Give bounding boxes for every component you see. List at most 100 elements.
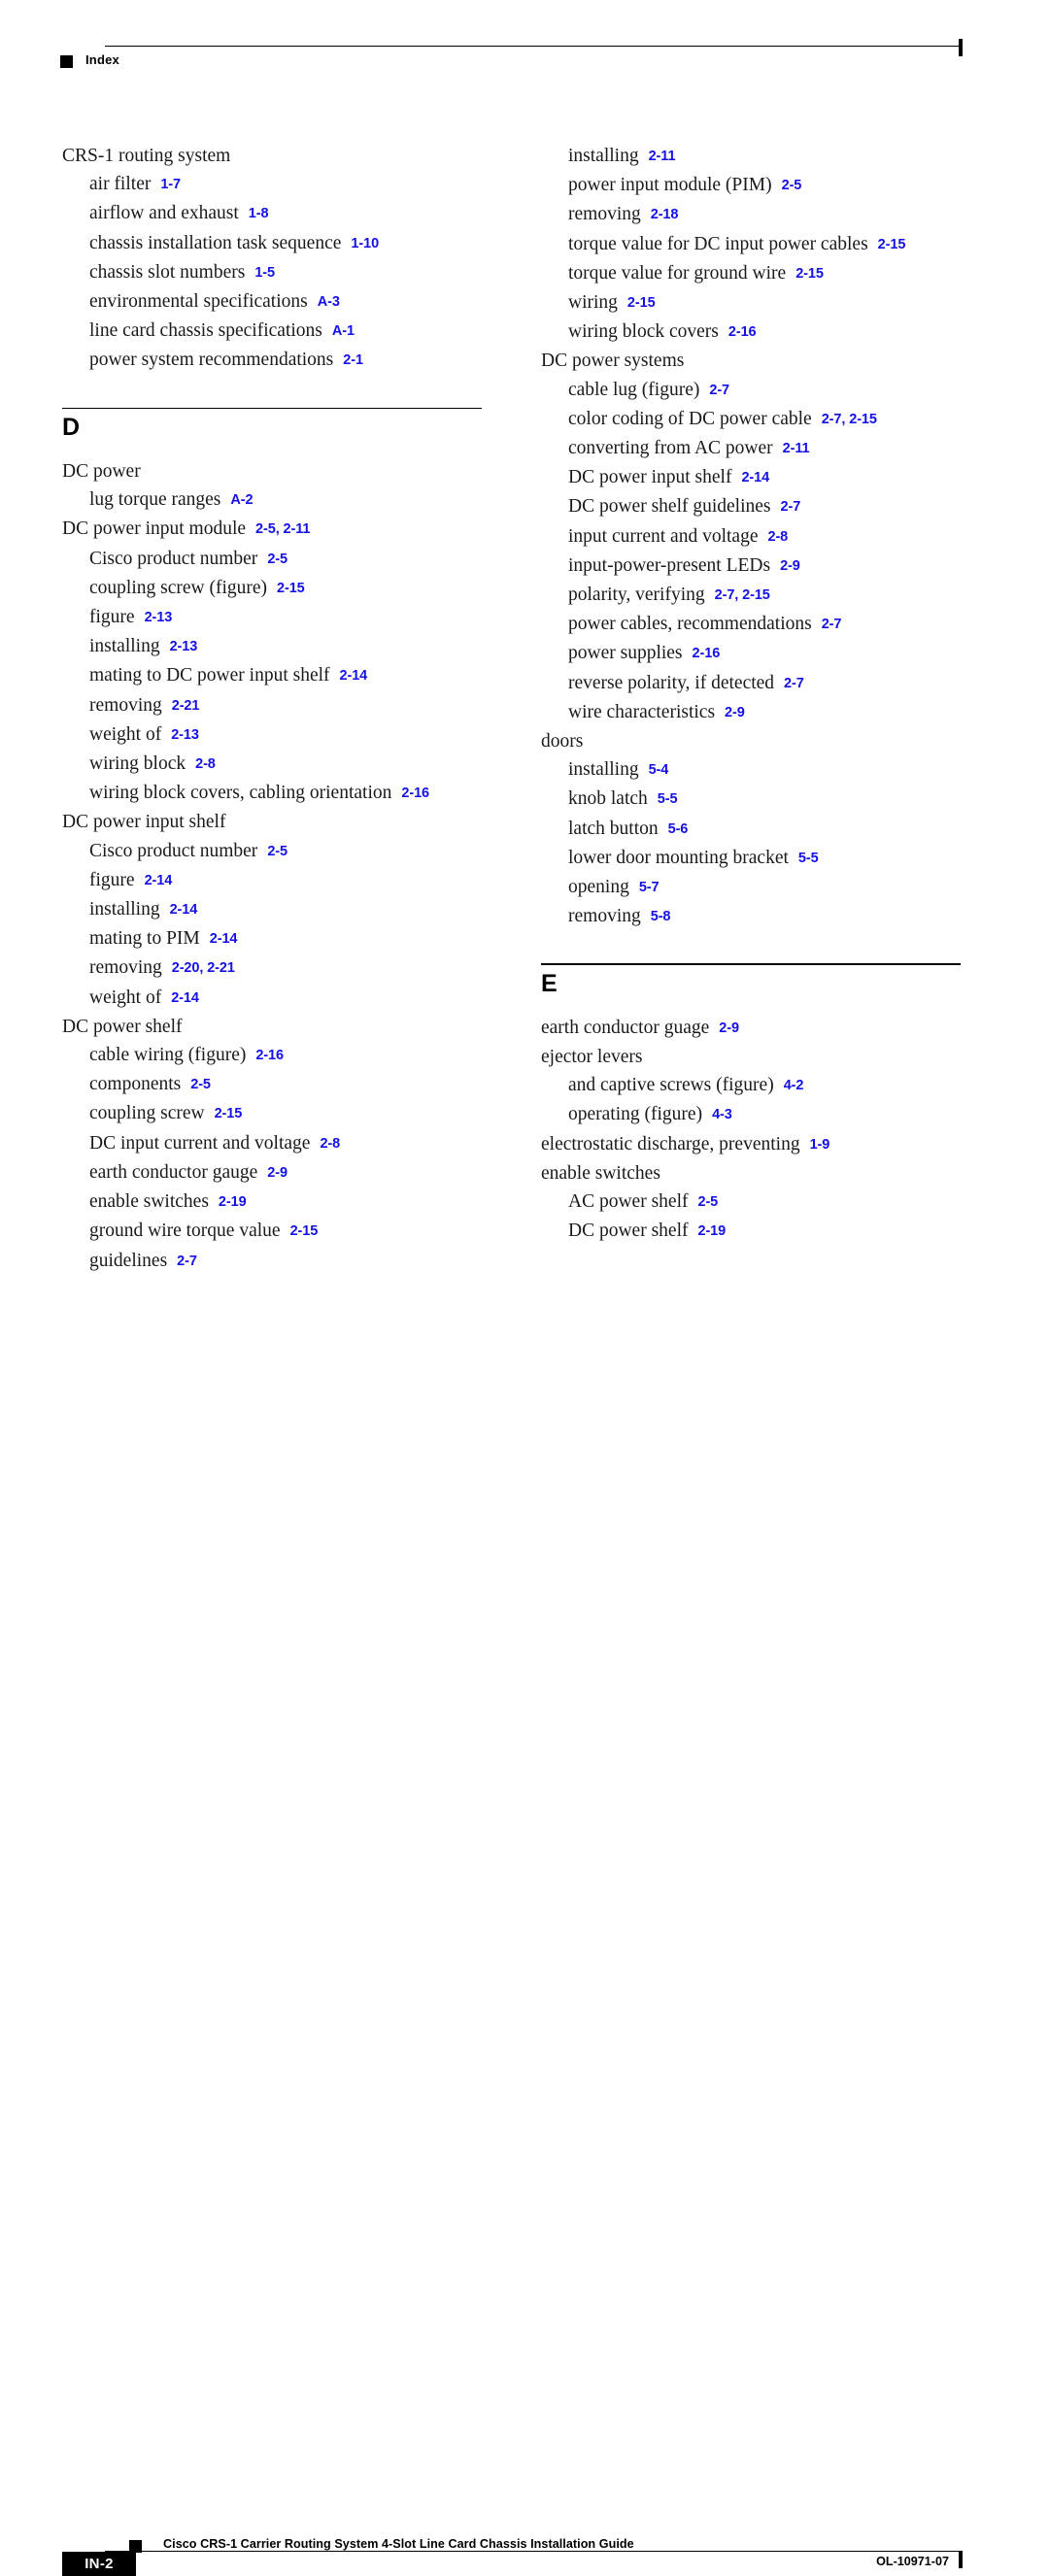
index-entry[interactable]: torque value for ground wire 2-15 bbox=[541, 259, 961, 288]
index-page-reference[interactable]: 2-13 bbox=[145, 610, 173, 625]
index-entry[interactable]: air filter 1-7 bbox=[62, 170, 482, 199]
index-entry[interactable]: mating to DC power input shelf 2-14 bbox=[62, 661, 482, 690]
index-page-reference[interactable]: 5-4 bbox=[649, 762, 669, 778]
index-page-reference[interactable]: 2-9 bbox=[719, 1020, 739, 1036]
index-entry[interactable]: weight of 2-13 bbox=[62, 720, 482, 750]
index-page-reference[interactable]: 2-13 bbox=[171, 727, 199, 743]
index-entry[interactable]: knob latch 5-5 bbox=[541, 785, 961, 814]
index-page-reference[interactable]: 2-15 bbox=[795, 266, 824, 282]
index-page-reference[interactable]: 2-7 bbox=[822, 617, 842, 632]
index-page-reference[interactable]: 2-15 bbox=[277, 581, 305, 596]
index-entry[interactable]: input current and voltage 2-8 bbox=[541, 522, 961, 552]
index-page-reference[interactable]: 1-9 bbox=[810, 1137, 830, 1153]
index-page-reference[interactable]: 2-21 bbox=[172, 698, 200, 714]
index-entry[interactable]: environmental specifications A-3 bbox=[62, 287, 482, 317]
index-entry[interactable]: and captive screws (figure) 4-2 bbox=[541, 1071, 961, 1100]
index-page-reference[interactable]: 5-5 bbox=[658, 791, 678, 807]
index-page-reference[interactable]: 2-11 bbox=[783, 441, 810, 456]
index-page-reference[interactable]: 2-5 bbox=[782, 178, 802, 193]
index-entry[interactable]: installing 2-14 bbox=[62, 895, 482, 924]
index-page-reference[interactable]: 1-8 bbox=[249, 206, 269, 221]
index-entry[interactable]: coupling screw 2-15 bbox=[62, 1099, 482, 1128]
index-page-reference[interactable]: 2-19 bbox=[219, 1194, 247, 1210]
index-page-reference[interactable]: 2-13 bbox=[170, 639, 198, 654]
index-entry[interactable]: enable switches 2-19 bbox=[62, 1188, 482, 1217]
index-page-reference[interactable]: 2-5 bbox=[267, 844, 288, 859]
index-page-reference[interactable]: 2-14 bbox=[741, 470, 769, 485]
index-page-reference[interactable]: 4-3 bbox=[712, 1107, 732, 1122]
index-entry[interactable]: wiring block 2-8 bbox=[62, 750, 482, 779]
index-entry[interactable]: wire characteristics 2-9 bbox=[541, 698, 961, 727]
index-entry[interactable]: power system recommendations 2-1 bbox=[62, 346, 482, 375]
index-page-reference[interactable]: 2-15 bbox=[878, 237, 906, 252]
index-entry[interactable]: polarity, verifying 2-7, 2-15 bbox=[541, 581, 961, 610]
index-entry[interactable]: wiring block covers, cabling orientation… bbox=[62, 779, 482, 808]
index-page-reference[interactable]: A-3 bbox=[318, 294, 340, 310]
index-page-reference[interactable]: 2-7 bbox=[784, 676, 804, 691]
index-entry[interactable]: installing 5-4 bbox=[541, 755, 961, 785]
index-entry[interactable]: ground wire torque value 2-15 bbox=[62, 1217, 482, 1246]
index-page-reference[interactable]: 2-9 bbox=[267, 1165, 288, 1181]
index-page-reference[interactable]: 2-16 bbox=[728, 324, 757, 340]
index-entry[interactable]: installing 2-11 bbox=[541, 142, 961, 171]
index-page-reference[interactable]: 2-14 bbox=[171, 990, 199, 1006]
index-page-reference[interactable]: 2-5 bbox=[697, 1194, 718, 1210]
index-entry[interactable]: opening 5-7 bbox=[541, 873, 961, 902]
index-entry[interactable]: installing 2-13 bbox=[62, 632, 482, 661]
index-entry[interactable]: DC power shelf 2-19 bbox=[541, 1217, 961, 1246]
index-page-reference[interactable]: 2-15 bbox=[215, 1106, 243, 1121]
index-page-reference[interactable]: 2-1 bbox=[343, 352, 363, 368]
index-page-reference[interactable]: 2-16 bbox=[693, 646, 721, 661]
index-entry[interactable]: color coding of DC power cable 2-7, 2-15 bbox=[541, 405, 961, 434]
index-page-reference[interactable]: 2-5, 2-11 bbox=[255, 521, 310, 537]
index-entry[interactable]: input-power-present LEDs 2-9 bbox=[541, 552, 961, 581]
index-page-reference[interactable]: 2-9 bbox=[780, 558, 800, 574]
index-page-reference[interactable]: 2-8 bbox=[767, 529, 788, 545]
index-entry[interactable]: line card chassis specifications A-1 bbox=[62, 317, 482, 346]
index-page-reference[interactable]: 2-11 bbox=[649, 149, 676, 164]
index-entry[interactable]: figure 2-14 bbox=[62, 866, 482, 895]
index-page-reference[interactable]: 2-16 bbox=[255, 1048, 284, 1063]
index-entry[interactable]: Cisco product number 2-5 bbox=[62, 837, 482, 866]
index-entry[interactable]: removing 2-20, 2-21 bbox=[62, 953, 482, 983]
index-entry[interactable]: Cisco product number 2-5 bbox=[62, 545, 482, 574]
index-entry[interactable]: electrostatic discharge, preventing 1-9 bbox=[541, 1130, 961, 1159]
index-page-reference[interactable]: 5-7 bbox=[639, 880, 660, 895]
index-page-reference[interactable]: 2-18 bbox=[651, 207, 679, 222]
index-entry[interactable]: converting from AC power 2-11 bbox=[541, 434, 961, 463]
index-entry[interactable]: removing 2-18 bbox=[541, 200, 961, 229]
index-page-reference[interactable]: 2-8 bbox=[195, 756, 216, 772]
index-entry[interactable]: torque value for DC input power cables 2-… bbox=[541, 230, 961, 259]
index-entry[interactable]: lower door mounting bracket 5-5 bbox=[541, 844, 961, 873]
index-entry[interactable]: power cables, recommendations 2-7 bbox=[541, 610, 961, 639]
index-entry[interactable]: cable lug (figure) 2-7 bbox=[541, 376, 961, 405]
index-page-reference[interactable]: 2-7 bbox=[781, 499, 801, 515]
index-entry[interactable]: power supplies 2-16 bbox=[541, 639, 961, 668]
index-entry[interactable]: components 2-5 bbox=[62, 1070, 482, 1099]
index-entry[interactable]: earth conductor gauge 2-9 bbox=[62, 1158, 482, 1188]
index-entry[interactable]: DC input current and voltage 2-8 bbox=[62, 1129, 482, 1158]
index-entry[interactable]: chassis slot numbers 1-5 bbox=[62, 258, 482, 287]
index-entry[interactable]: coupling screw (figure) 2-15 bbox=[62, 574, 482, 603]
index-page-reference[interactable]: 2-15 bbox=[290, 1223, 319, 1239]
index-page-reference[interactable]: 2-7, 2-15 bbox=[822, 412, 877, 427]
index-entry[interactable]: reverse polarity, if detected 2-7 bbox=[541, 669, 961, 698]
index-entry[interactable]: weight of 2-14 bbox=[62, 984, 482, 1013]
index-entry[interactable]: mating to PIM 2-14 bbox=[62, 924, 482, 953]
index-entry[interactable]: removing 2-21 bbox=[62, 691, 482, 720]
index-entry[interactable]: chassis installation task sequence 1-10 bbox=[62, 229, 482, 258]
index-page-reference[interactable]: 1-10 bbox=[351, 236, 379, 251]
index-page-reference[interactable]: 2-16 bbox=[401, 786, 429, 801]
index-entry[interactable]: latch button 5-6 bbox=[541, 815, 961, 844]
index-page-reference[interactable]: 2-7 bbox=[709, 383, 729, 398]
index-entry[interactable]: DC power input shelf 2-14 bbox=[541, 463, 961, 492]
index-page-reference[interactable]: 2-15 bbox=[627, 295, 656, 311]
index-entry[interactable]: DC power input module 2-5, 2-11 bbox=[62, 515, 482, 544]
index-page-reference[interactable]: 2-9 bbox=[725, 705, 745, 720]
index-entry[interactable]: airflow and exhaust 1-8 bbox=[62, 199, 482, 228]
index-entry[interactable]: cable wiring (figure) 2-16 bbox=[62, 1041, 482, 1070]
index-entry[interactable]: DC power shelf guidelines 2-7 bbox=[541, 492, 961, 521]
index-page-reference[interactable]: 1-7 bbox=[160, 177, 181, 192]
index-page-reference[interactable]: 2-14 bbox=[340, 668, 368, 684]
index-entry[interactable]: wiring block covers 2-16 bbox=[541, 318, 961, 347]
